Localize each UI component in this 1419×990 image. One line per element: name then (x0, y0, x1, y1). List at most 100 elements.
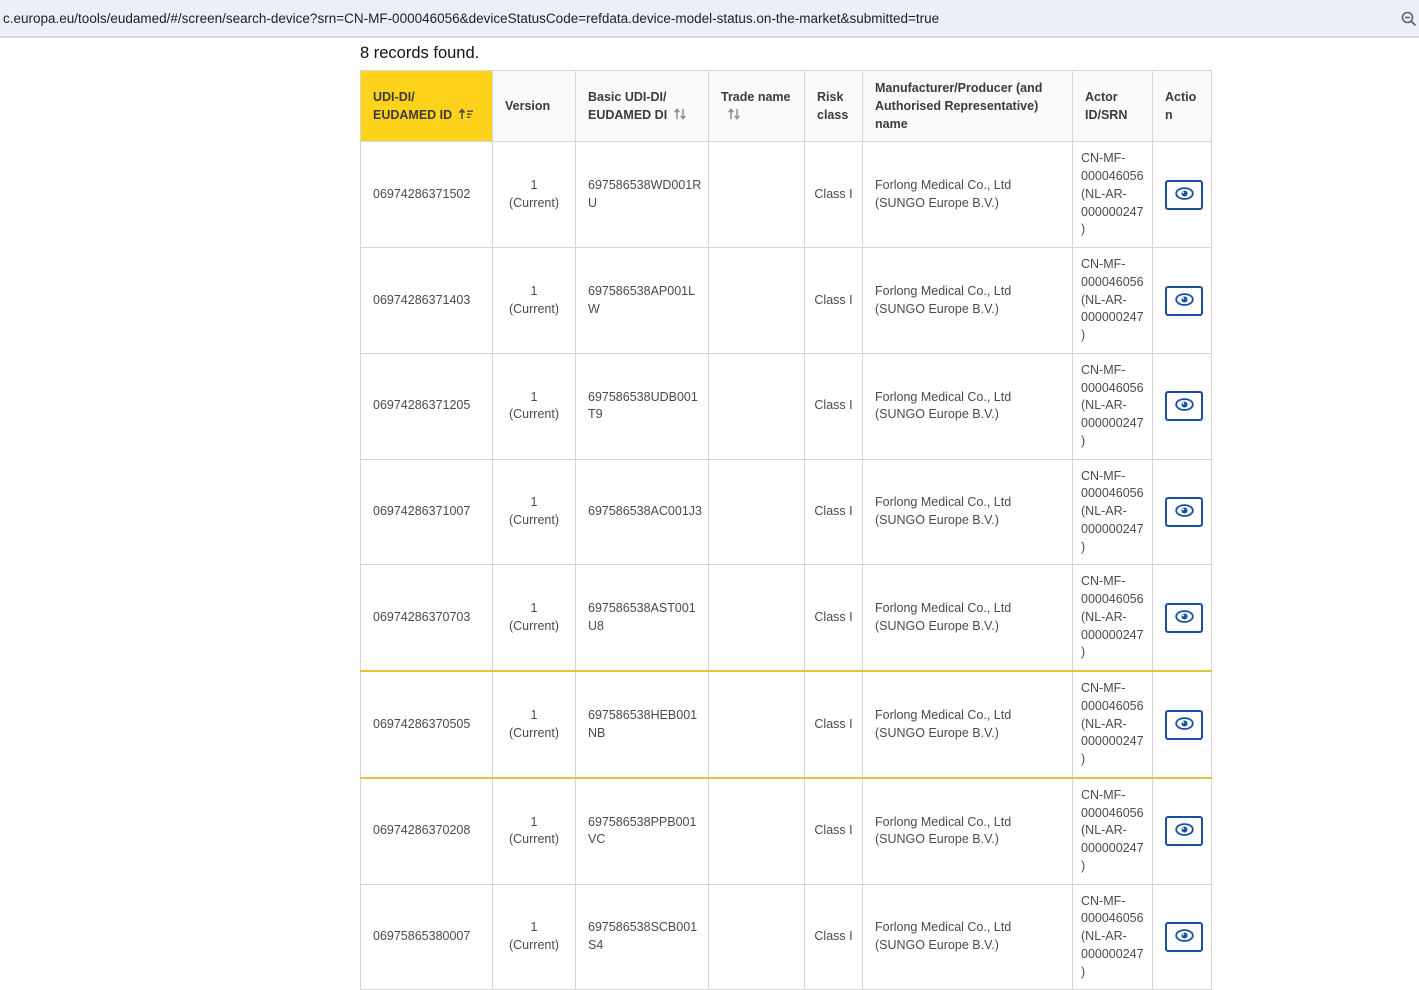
version-number: 1 (505, 494, 563, 512)
manufacturer-name: Forlong Medical Co., Ltd (875, 707, 1060, 725)
actor-id-cell: CN-MF-000046056 (NL-AR-000000247) (1073, 353, 1153, 459)
trade-name-cell (709, 353, 805, 459)
view-device-button[interactable] (1165, 603, 1203, 633)
view-device-button[interactable] (1165, 286, 1203, 316)
zoom-out-icon[interactable] (1401, 11, 1417, 27)
column-header-basic-udi[interactable]: Basic UDI-DI/ EUDAMED DI (576, 71, 709, 142)
udi-di-cell: 06974286370505 (361, 671, 493, 778)
table-row: 069742863710071(Current)697586538AC001J3… (361, 459, 1212, 565)
risk-class-cell: Class I (805, 248, 863, 354)
url-text[interactable]: c.europa.eu/tools/eudamed/#/screen/searc… (0, 11, 1419, 26)
column-header-trade-name[interactable]: Trade name (709, 71, 805, 142)
trade-name-cell (709, 884, 805, 990)
action-cell (1153, 142, 1212, 248)
basic-udi-cell: 697586538WD001RU (576, 142, 709, 248)
table-row: 069742863712051(Current)697586538UDB001T… (361, 353, 1212, 459)
manufacturer-name: Forlong Medical Co., Ltd (875, 814, 1060, 832)
records-found-text: 8 records found. (360, 44, 479, 63)
risk-class-cell: Class I (805, 459, 863, 565)
udi-di-cell: 06974286370703 (361, 565, 493, 671)
manufacturer-name: Forlong Medical Co., Ltd (875, 283, 1060, 301)
trade-name-cell (709, 142, 805, 248)
column-header-udi-di[interactable]: UDI-DI/ EUDAMED ID (361, 71, 493, 142)
authorised-representative-name: (SUNGO Europe B.V.) (875, 831, 1060, 849)
action-cell (1153, 248, 1212, 354)
version-number: 1 (505, 707, 563, 725)
actor-id-cell: CN-MF-000046056 (NL-AR-000000247) (1073, 778, 1153, 884)
table-row: 069742863715021(Current)697586538WD001RU… (361, 142, 1212, 248)
column-header-risk-class: Risk class (805, 71, 863, 142)
version-cell: 1(Current) (493, 353, 576, 459)
eye-icon (1175, 293, 1194, 309)
manufacturer-name: Forlong Medical Co., Ltd (875, 494, 1060, 512)
device-results-table: UDI-DI/ EUDAMED ID Version Basic UDI-DI/… (360, 70, 1212, 990)
actor-id-cell: CN-MF-000046056 (NL-AR-000000247) (1073, 884, 1153, 990)
view-device-button[interactable] (1165, 710, 1203, 740)
manufacturer-name: Forlong Medical Co., Ltd (875, 389, 1060, 407)
version-cell: 1(Current) (493, 142, 576, 248)
authorised-representative-name: (SUNGO Europe B.V.) (875, 618, 1060, 636)
basic-udi-cell: 697586538PPB001VC (576, 778, 709, 884)
authorised-representative-name: (SUNGO Europe B.V.) (875, 406, 1060, 424)
view-device-button[interactable] (1165, 816, 1203, 846)
basic-udi-cell: 697586538AST001U8 (576, 565, 709, 671)
trade-name-cell (709, 671, 805, 778)
basic-udi-cell: 697586538AC001J3 (576, 459, 709, 565)
trade-name-cell (709, 778, 805, 884)
manufacturer-name: Forlong Medical Co., Ltd (875, 600, 1060, 618)
basic-udi-cell: 697586538SCB001S4 (576, 884, 709, 990)
version-state: (Current) (505, 406, 563, 424)
manufacturer-cell: Forlong Medical Co., Ltd(SUNGO Europe B.… (863, 778, 1073, 884)
risk-class-cell: Class I (805, 142, 863, 248)
action-cell (1153, 565, 1212, 671)
authorised-representative-name: (SUNGO Europe B.V.) (875, 195, 1060, 213)
version-cell: 1(Current) (493, 671, 576, 778)
action-cell (1153, 778, 1212, 884)
view-device-button[interactable] (1165, 180, 1203, 210)
eye-icon (1175, 610, 1194, 626)
eye-icon (1175, 823, 1194, 839)
actor-id-cell: CN-MF-000046056 (NL-AR-000000247) (1073, 459, 1153, 565)
risk-class-cell: Class I (805, 671, 863, 778)
manufacturer-cell: Forlong Medical Co., Ltd(SUNGO Europe B.… (863, 671, 1073, 778)
sort-ascending-icon[interactable] (458, 107, 474, 125)
sort-icon[interactable] (673, 107, 687, 125)
manufacturer-cell: Forlong Medical Co., Ltd(SUNGO Europe B.… (863, 459, 1073, 565)
version-number: 1 (505, 814, 563, 832)
trade-name-cell (709, 565, 805, 671)
udi-di-cell: 06974286371502 (361, 142, 493, 248)
version-cell: 1(Current) (493, 778, 576, 884)
view-device-button[interactable] (1165, 391, 1203, 421)
authorised-representative-name: (SUNGO Europe B.V.) (875, 937, 1060, 955)
table-row: 069758653800071(Current)697586538SCB001S… (361, 884, 1212, 990)
manufacturer-cell: Forlong Medical Co., Ltd(SUNGO Europe B.… (863, 353, 1073, 459)
version-state: (Current) (505, 831, 563, 849)
trade-name-cell (709, 248, 805, 354)
column-header-action: Action (1153, 71, 1212, 142)
browser-address-bar[interactable]: c.europa.eu/tools/eudamed/#/screen/searc… (0, 0, 1419, 38)
manufacturer-cell: Forlong Medical Co., Ltd(SUNGO Europe B.… (863, 142, 1073, 248)
basic-udi-cell: 697586538AP001LW (576, 248, 709, 354)
view-device-button[interactable] (1165, 497, 1203, 527)
version-state: (Current) (505, 937, 563, 955)
risk-class-cell: Class I (805, 565, 863, 671)
udi-di-cell: 06975865380007 (361, 884, 493, 990)
column-header-actor-id: Actor ID/SRN (1073, 71, 1153, 142)
basic-udi-cell: 697586538UDB001T9 (576, 353, 709, 459)
version-cell: 1(Current) (493, 565, 576, 671)
action-cell (1153, 884, 1212, 990)
actor-id-cell: CN-MF-000046056 (NL-AR-000000247) (1073, 671, 1153, 778)
risk-class-cell: Class I (805, 778, 863, 884)
version-cell: 1(Current) (493, 248, 576, 354)
action-cell (1153, 353, 1212, 459)
manufacturer-cell: Forlong Medical Co., Ltd(SUNGO Europe B.… (863, 248, 1073, 354)
udi-di-cell: 06974286371205 (361, 353, 493, 459)
actor-id-cell: CN-MF-000046056 (NL-AR-000000247) (1073, 248, 1153, 354)
version-number: 1 (505, 177, 563, 195)
manufacturer-name: Forlong Medical Co., Ltd (875, 177, 1060, 195)
view-device-button[interactable] (1165, 922, 1203, 952)
authorised-representative-name: (SUNGO Europe B.V.) (875, 512, 1060, 530)
manufacturer-cell: Forlong Medical Co., Ltd(SUNGO Europe B.… (863, 565, 1073, 671)
eye-icon (1175, 398, 1194, 414)
sort-icon[interactable] (727, 107, 741, 125)
